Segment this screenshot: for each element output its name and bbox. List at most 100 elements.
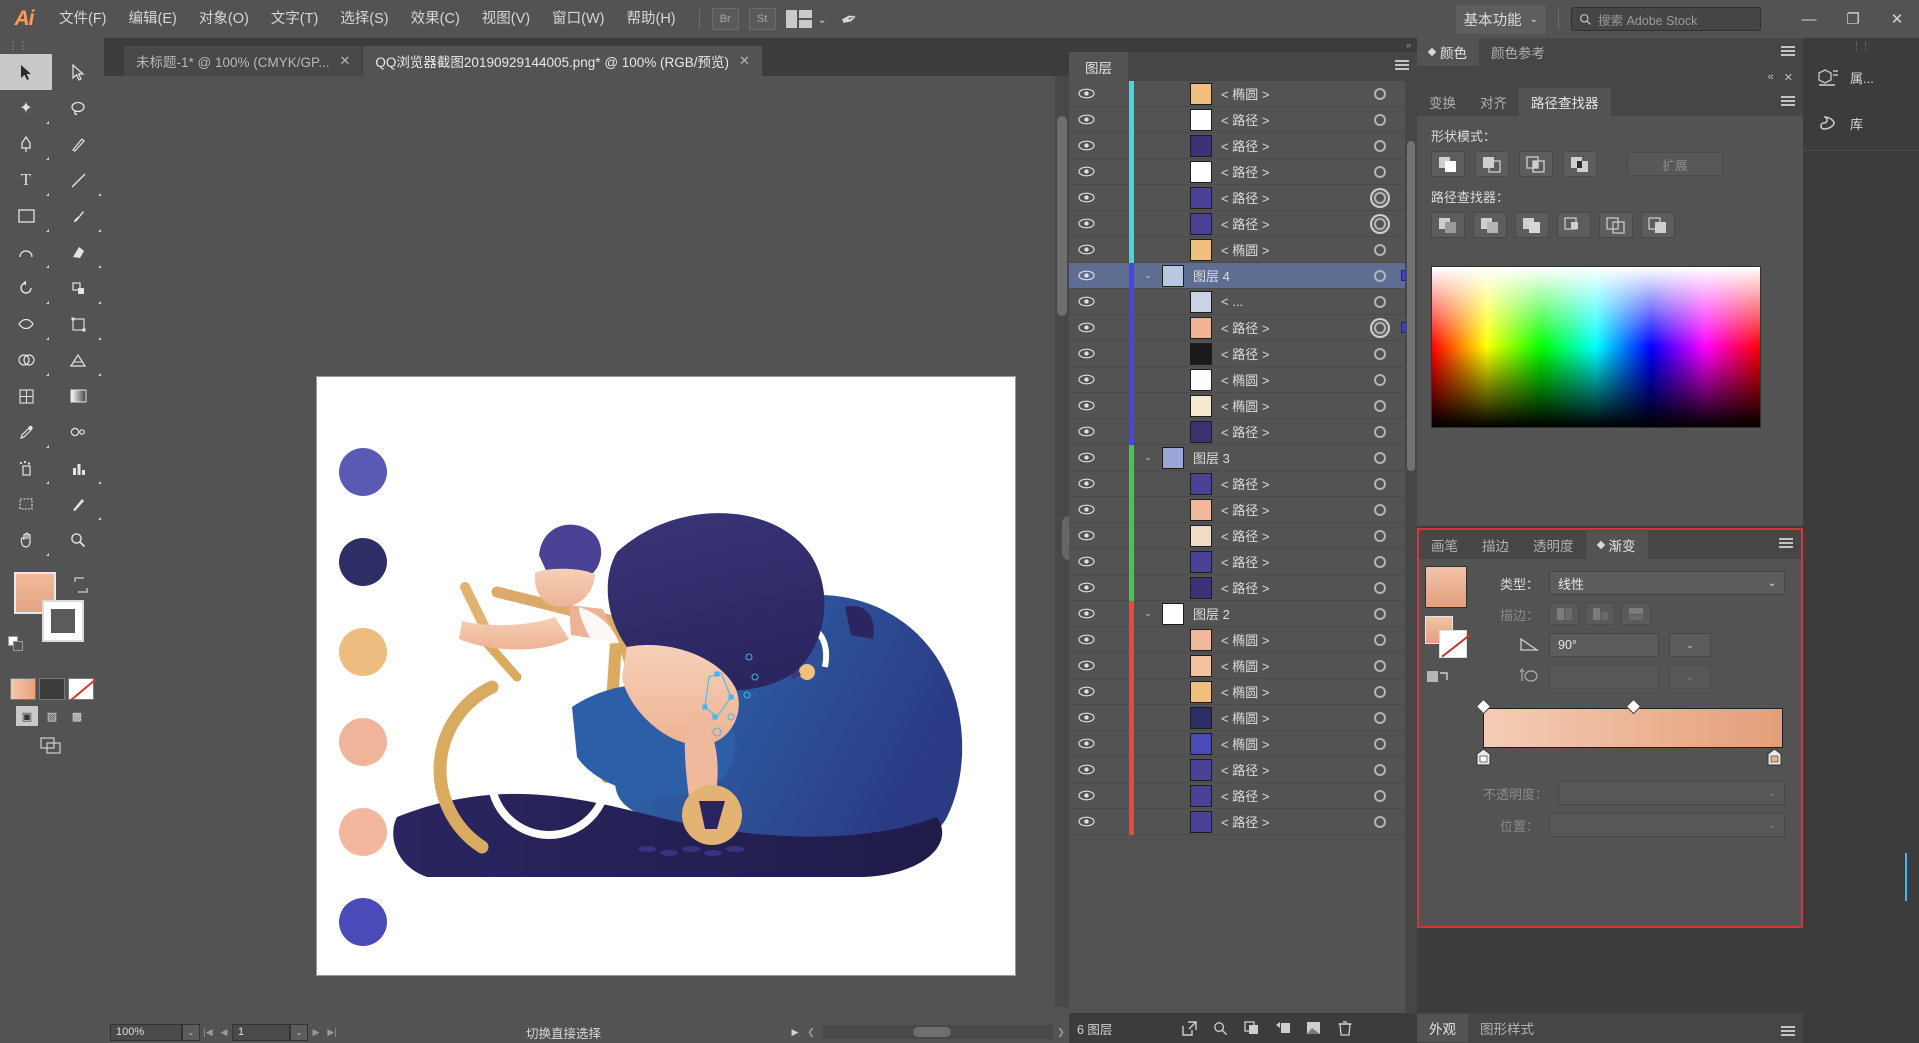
next-artboard-button[interactable]: ▶ [308,1024,324,1041]
layer-row[interactable]: < 椭圆 > [1069,236,1417,263]
layer-name[interactable]: < 路径 > [1212,344,1365,363]
visibility-eye-icon[interactable] [1069,686,1103,697]
target-indicator-icon[interactable] [1365,581,1395,594]
document-tab-2[interactable]: QQ浏览器截图20190929144005.png* @ 100% (RGB/预… [363,46,763,76]
layer-name[interactable]: < 椭圆 > [1212,396,1365,415]
gradient-fill-button[interactable] [39,678,65,700]
visibility-eye-icon[interactable] [1069,192,1103,203]
crop-icon[interactable] [1557,212,1591,238]
zoom-tool[interactable] [52,522,104,558]
reverse-gradient-icon[interactable] [1425,668,1471,691]
document-tab-1[interactable]: 未标题-1* @ 100% (CMYK/GP... ✕ [124,46,364,76]
layer-name[interactable]: < 椭圆 > [1212,240,1365,259]
target-indicator-icon[interactable] [1365,659,1395,672]
mesh-tool[interactable] [0,378,52,414]
layer-name[interactable]: < 椭圆 > [1212,708,1365,727]
free-transform-tool[interactable] [52,306,104,342]
target-indicator-icon[interactable] [1365,295,1395,308]
layer-list[interactable]: < 椭圆 > < 路径 > < 路径 > < 路径 > < 路径 > < 路径 > < 椭圆… [1069,81,1417,1041]
target-indicator-icon[interactable] [1365,503,1395,516]
artboard[interactable] [316,376,1016,976]
pathfinder-panel-menu-icon[interactable] [1781,96,1795,106]
column-graph-tool[interactable] [52,450,104,486]
stroke-swatch[interactable] [42,600,84,642]
target-indicator-icon[interactable] [1365,815,1395,828]
artboard-tool[interactable] [0,486,52,522]
tab-transform[interactable]: 变换 [1417,88,1468,116]
tab-gradient[interactable]: 渐变 [1585,530,1648,559]
target-indicator-icon[interactable] [1365,711,1395,724]
paintbrush-tool[interactable] [52,198,104,234]
color-spectrum-picker[interactable] [1431,266,1761,428]
target-indicator-icon[interactable] [1365,425,1395,438]
gradient-fill-stroke-toggle[interactable] [1425,616,1471,662]
gradient-panel-menu-icon[interactable] [1779,538,1793,548]
window-minimize-button[interactable]: — [1787,0,1831,38]
visibility-eye-icon[interactable] [1069,400,1103,411]
visibility-eye-icon[interactable] [1069,270,1103,281]
layer-name[interactable]: < 椭圆 > [1212,370,1365,389]
scale-tool[interactable] [52,270,104,306]
tab-pathfinder[interactable]: 路径查找器 [1519,88,1611,116]
layer-name[interactable]: < 路径 > [1212,162,1365,181]
tab-color[interactable]: 颜色 [1417,38,1479,66]
prev-artboard-button[interactable]: ◀ [216,1024,232,1041]
pen-tool[interactable] [0,126,52,162]
zoom-level-input[interactable]: 100% [110,1023,182,1041]
target-indicator-icon[interactable] [1365,243,1395,256]
layers-panel-grip[interactable]: » [1069,38,1417,52]
lasso-tool[interactable] [52,90,104,126]
scrollbar-handle[interactable] [913,1027,951,1037]
layer-row[interactable]: < 路径 > [1069,418,1417,445]
layer-name[interactable]: < 路径 > [1212,422,1365,441]
rotate-tool[interactable] [0,270,52,306]
merge-icon[interactable] [1515,212,1549,238]
gradient-preview-swatch[interactable] [1425,566,1467,608]
target-indicator-icon[interactable] [1365,789,1395,802]
color-dot[interactable] [339,898,387,946]
tab-transparency[interactable]: 透明度 [1521,530,1586,559]
color-dot[interactable] [339,448,387,496]
selection-tool[interactable] [0,54,52,90]
visibility-eye-icon[interactable] [1069,166,1103,177]
expand-toggle-icon[interactable]: ⌄ [1134,608,1162,619]
gradient-tool[interactable] [52,378,104,414]
color-dot[interactable] [339,808,387,856]
tab-appearance[interactable]: 外观 [1417,1014,1468,1042]
visibility-eye-icon[interactable] [1069,348,1103,359]
shape-builder-tool[interactable] [0,342,52,378]
width-tool[interactable] [0,306,52,342]
draw-behind-button[interactable]: ▨ [41,706,63,726]
target-indicator-icon[interactable] [1365,217,1395,230]
layer-name[interactable]: 图层 2 [1184,604,1365,623]
target-indicator-icon[interactable] [1365,685,1395,698]
visibility-eye-icon[interactable] [1069,218,1103,229]
layer-name[interactable]: < 路径 > [1212,786,1365,805]
visibility-eye-icon[interactable] [1069,608,1103,619]
swap-fill-stroke-icon[interactable] [72,576,90,594]
layer-row[interactable]: < 椭圆 > [1069,81,1417,107]
gradient-aspect-input[interactable] [1549,665,1659,689]
layer-name[interactable]: < 椭圆 > [1212,682,1365,701]
color-dot[interactable] [339,628,387,676]
screen-mode-icon[interactable] [39,734,65,756]
artboard-number-input[interactable]: 1 [232,1023,290,1041]
arrange-chevron-down-icon[interactable]: ⌄ [818,13,827,26]
layer-row[interactable]: < 路径 > [1069,340,1417,367]
layer-name[interactable]: < 路径 > [1212,760,1365,779]
layer-row[interactable]: < 椭圆 > [1069,704,1417,731]
visibility-eye-icon[interactable] [1069,426,1103,437]
canvas-horizontal-scrollbar[interactable] [823,1025,1053,1039]
visibility-eye-icon[interactable] [1069,374,1103,385]
blend-tool[interactable] [52,414,104,450]
layer-row[interactable]: < 路径 > [1069,496,1417,523]
menu-window[interactable]: 窗口(W) [541,0,615,38]
gradient-location-input[interactable]: ⌄ [1549,813,1785,837]
target-indicator-icon[interactable] [1365,139,1395,152]
expand-toggle-icon[interactable]: ⌄ [1134,452,1162,463]
exclude-icon[interactable] [1563,151,1597,177]
layer-row[interactable]: < 椭圆 > [1069,730,1417,757]
window-close-button[interactable]: ✕ [1875,0,1919,38]
menu-select[interactable]: 选择(S) [329,0,399,38]
visibility-eye-icon[interactable] [1069,504,1103,515]
